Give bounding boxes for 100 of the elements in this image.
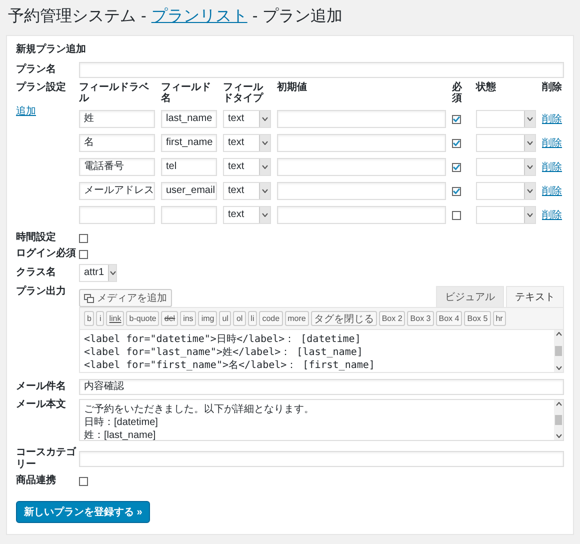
editor-tab[interactable]: ビジュアル — [436, 286, 504, 307]
input-field[interactable] — [79, 206, 155, 224]
text-line: <label for="first_name">名</label>： [first_name] — [84, 359, 376, 372]
input-field[interactable]: 電話番号 — [79, 158, 155, 176]
checkmark-icon — [453, 164, 460, 170]
add-media-button[interactable]: メディアを追加 — [79, 289, 172, 307]
delete-link[interactable]: 削除 — [542, 136, 564, 150]
select-dropdown[interactable] — [476, 182, 536, 200]
submit-button[interactable]: 新しいプランを登録する » — [16, 501, 150, 523]
caret-icon — [262, 213, 268, 217]
text-line: 姓：[last_name] — [84, 429, 157, 440]
select-dropdown[interactable] — [476, 158, 536, 176]
input-field[interactable] — [79, 62, 564, 78]
checkbox[interactable] — [79, 476, 88, 486]
toolbar-button[interactable]: タグを閉じる — [310, 311, 377, 326]
checkbox[interactable] — [79, 234, 88, 242]
caret-icon — [262, 165, 268, 169]
caret-icon — [262, 141, 268, 145]
column-header: 必須 — [452, 82, 463, 104]
delete-link[interactable]: 削除 — [542, 160, 564, 174]
toolbar-button[interactable]: Box 5 — [464, 311, 491, 326]
caret-icon — [527, 165, 533, 169]
caret-icon — [527, 213, 533, 217]
input-field[interactable]: tel — [161, 158, 217, 176]
editor-tab[interactable]: テキスト — [506, 286, 564, 307]
input-field[interactable] — [277, 182, 446, 200]
select-dropdown[interactable]: attr1 — [79, 264, 117, 282]
toolbar-button[interactable]: Box 3 — [407, 311, 434, 326]
scrollbar[interactable] — [554, 330, 563, 372]
checkbox[interactable] — [452, 138, 461, 148]
toolbar-button[interactable]: Box 2 — [378, 311, 406, 326]
column-header: 初期値 — [277, 82, 308, 93]
input-field[interactable]: last_name — [161, 110, 217, 128]
select-dropdown[interactable]: text — [223, 110, 271, 128]
input-field[interactable]: メールアドレス — [79, 182, 155, 200]
toolbar-button[interactable]: b-quote — [126, 311, 160, 326]
checkbox[interactable] — [452, 114, 461, 124]
input-field[interactable] — [79, 451, 564, 467]
caret-icon — [527, 117, 533, 121]
caret-icon — [527, 141, 533, 145]
column-header: 状態 — [476, 82, 497, 93]
field-label: プラン設定 — [16, 82, 67, 94]
field-label: 商品連携 — [16, 475, 57, 487]
select-dropdown[interactable] — [476, 134, 536, 152]
toolbar-button[interactable]: Box 4 — [436, 311, 462, 326]
toolbar-button[interactable]: code — [259, 311, 283, 326]
delete-link[interactable]: 削除 — [542, 208, 564, 222]
field-label: コースカテゴリー — [16, 447, 78, 471]
select-dropdown[interactable]: text — [223, 182, 271, 200]
input-field[interactable] — [277, 206, 446, 224]
toolbar-button[interactable]: more — [284, 311, 309, 326]
toolbar-button[interactable]: hr — [492, 311, 506, 326]
checkbox[interactable] — [452, 186, 461, 196]
separator: - — [252, 8, 258, 26]
toolbar-button[interactable]: img — [198, 311, 218, 326]
toolbar-button[interactable]: del — [161, 311, 178, 326]
toolbar-button[interactable]: ol — [233, 311, 246, 326]
input-field[interactable] — [277, 110, 446, 128]
add-link[interactable]: 追加 — [16, 104, 79, 118]
select-dropdown[interactable]: text — [223, 134, 271, 152]
field-label: 時間設定 — [16, 232, 57, 244]
checkmark-icon — [453, 140, 460, 146]
code-editor[interactable]: <label for="datetime">日時</label>： [datetime] <label for="last_name">姓</label>： [last_name] <label for="first_name">名</label>： [first_name] — [80, 330, 554, 372]
input-field[interactable]: first_name — [161, 134, 217, 152]
text-line: 日時：[datetime] — [84, 416, 159, 429]
toolbar-button[interactable]: b — [84, 311, 94, 326]
input-field[interactable] — [161, 206, 217, 224]
input-field[interactable]: 名 — [79, 134, 155, 152]
checkbox[interactable] — [452, 162, 461, 172]
input-field[interactable]: user_email — [161, 182, 217, 200]
checkmark-icon — [453, 188, 460, 194]
text-line: <label for="last_name">姓</label>： [last_name] — [84, 346, 364, 359]
caret-icon — [110, 271, 116, 275]
toolbar-button[interactable]: ins — [180, 311, 196, 326]
select-dropdown[interactable] — [476, 206, 536, 224]
column-header: フィールドタイプ — [223, 82, 264, 104]
select-dropdown[interactable]: text — [223, 206, 271, 224]
toolbar-button[interactable]: li — [248, 311, 258, 326]
toolbar-button[interactable]: ul — [219, 311, 232, 326]
text-line: <label for="datetime">日時</label>： [datetime] — [84, 333, 362, 346]
scrollbar[interactable] — [554, 400, 563, 440]
delete-link[interactable]: 削除 — [542, 184, 564, 198]
caret-icon — [556, 332, 562, 336]
page-title: 予約管理システム — [8, 7, 136, 27]
input-field[interactable] — [277, 158, 446, 176]
breadcrumb-link[interactable]: プランリスト — [151, 6, 248, 27]
input-field[interactable]: 内容確認 — [79, 379, 564, 395]
caret-icon — [556, 434, 562, 438]
input-field[interactable]: 姓 — [79, 110, 155, 128]
page-subtitle: プラン追加 — [262, 6, 343, 27]
toolbar-button[interactable]: i — [96, 311, 104, 326]
caret-icon — [556, 366, 562, 370]
select-dropdown[interactable]: text — [223, 158, 271, 176]
checkbox[interactable] — [79, 250, 88, 258]
input-field[interactable] — [277, 134, 446, 152]
toolbar-button[interactable]: link — [106, 311, 124, 326]
field-label: ログイン必須 — [16, 248, 77, 260]
checkbox[interactable] — [452, 210, 461, 220]
delete-link[interactable]: 削除 — [542, 112, 564, 126]
select-dropdown[interactable] — [476, 110, 536, 128]
